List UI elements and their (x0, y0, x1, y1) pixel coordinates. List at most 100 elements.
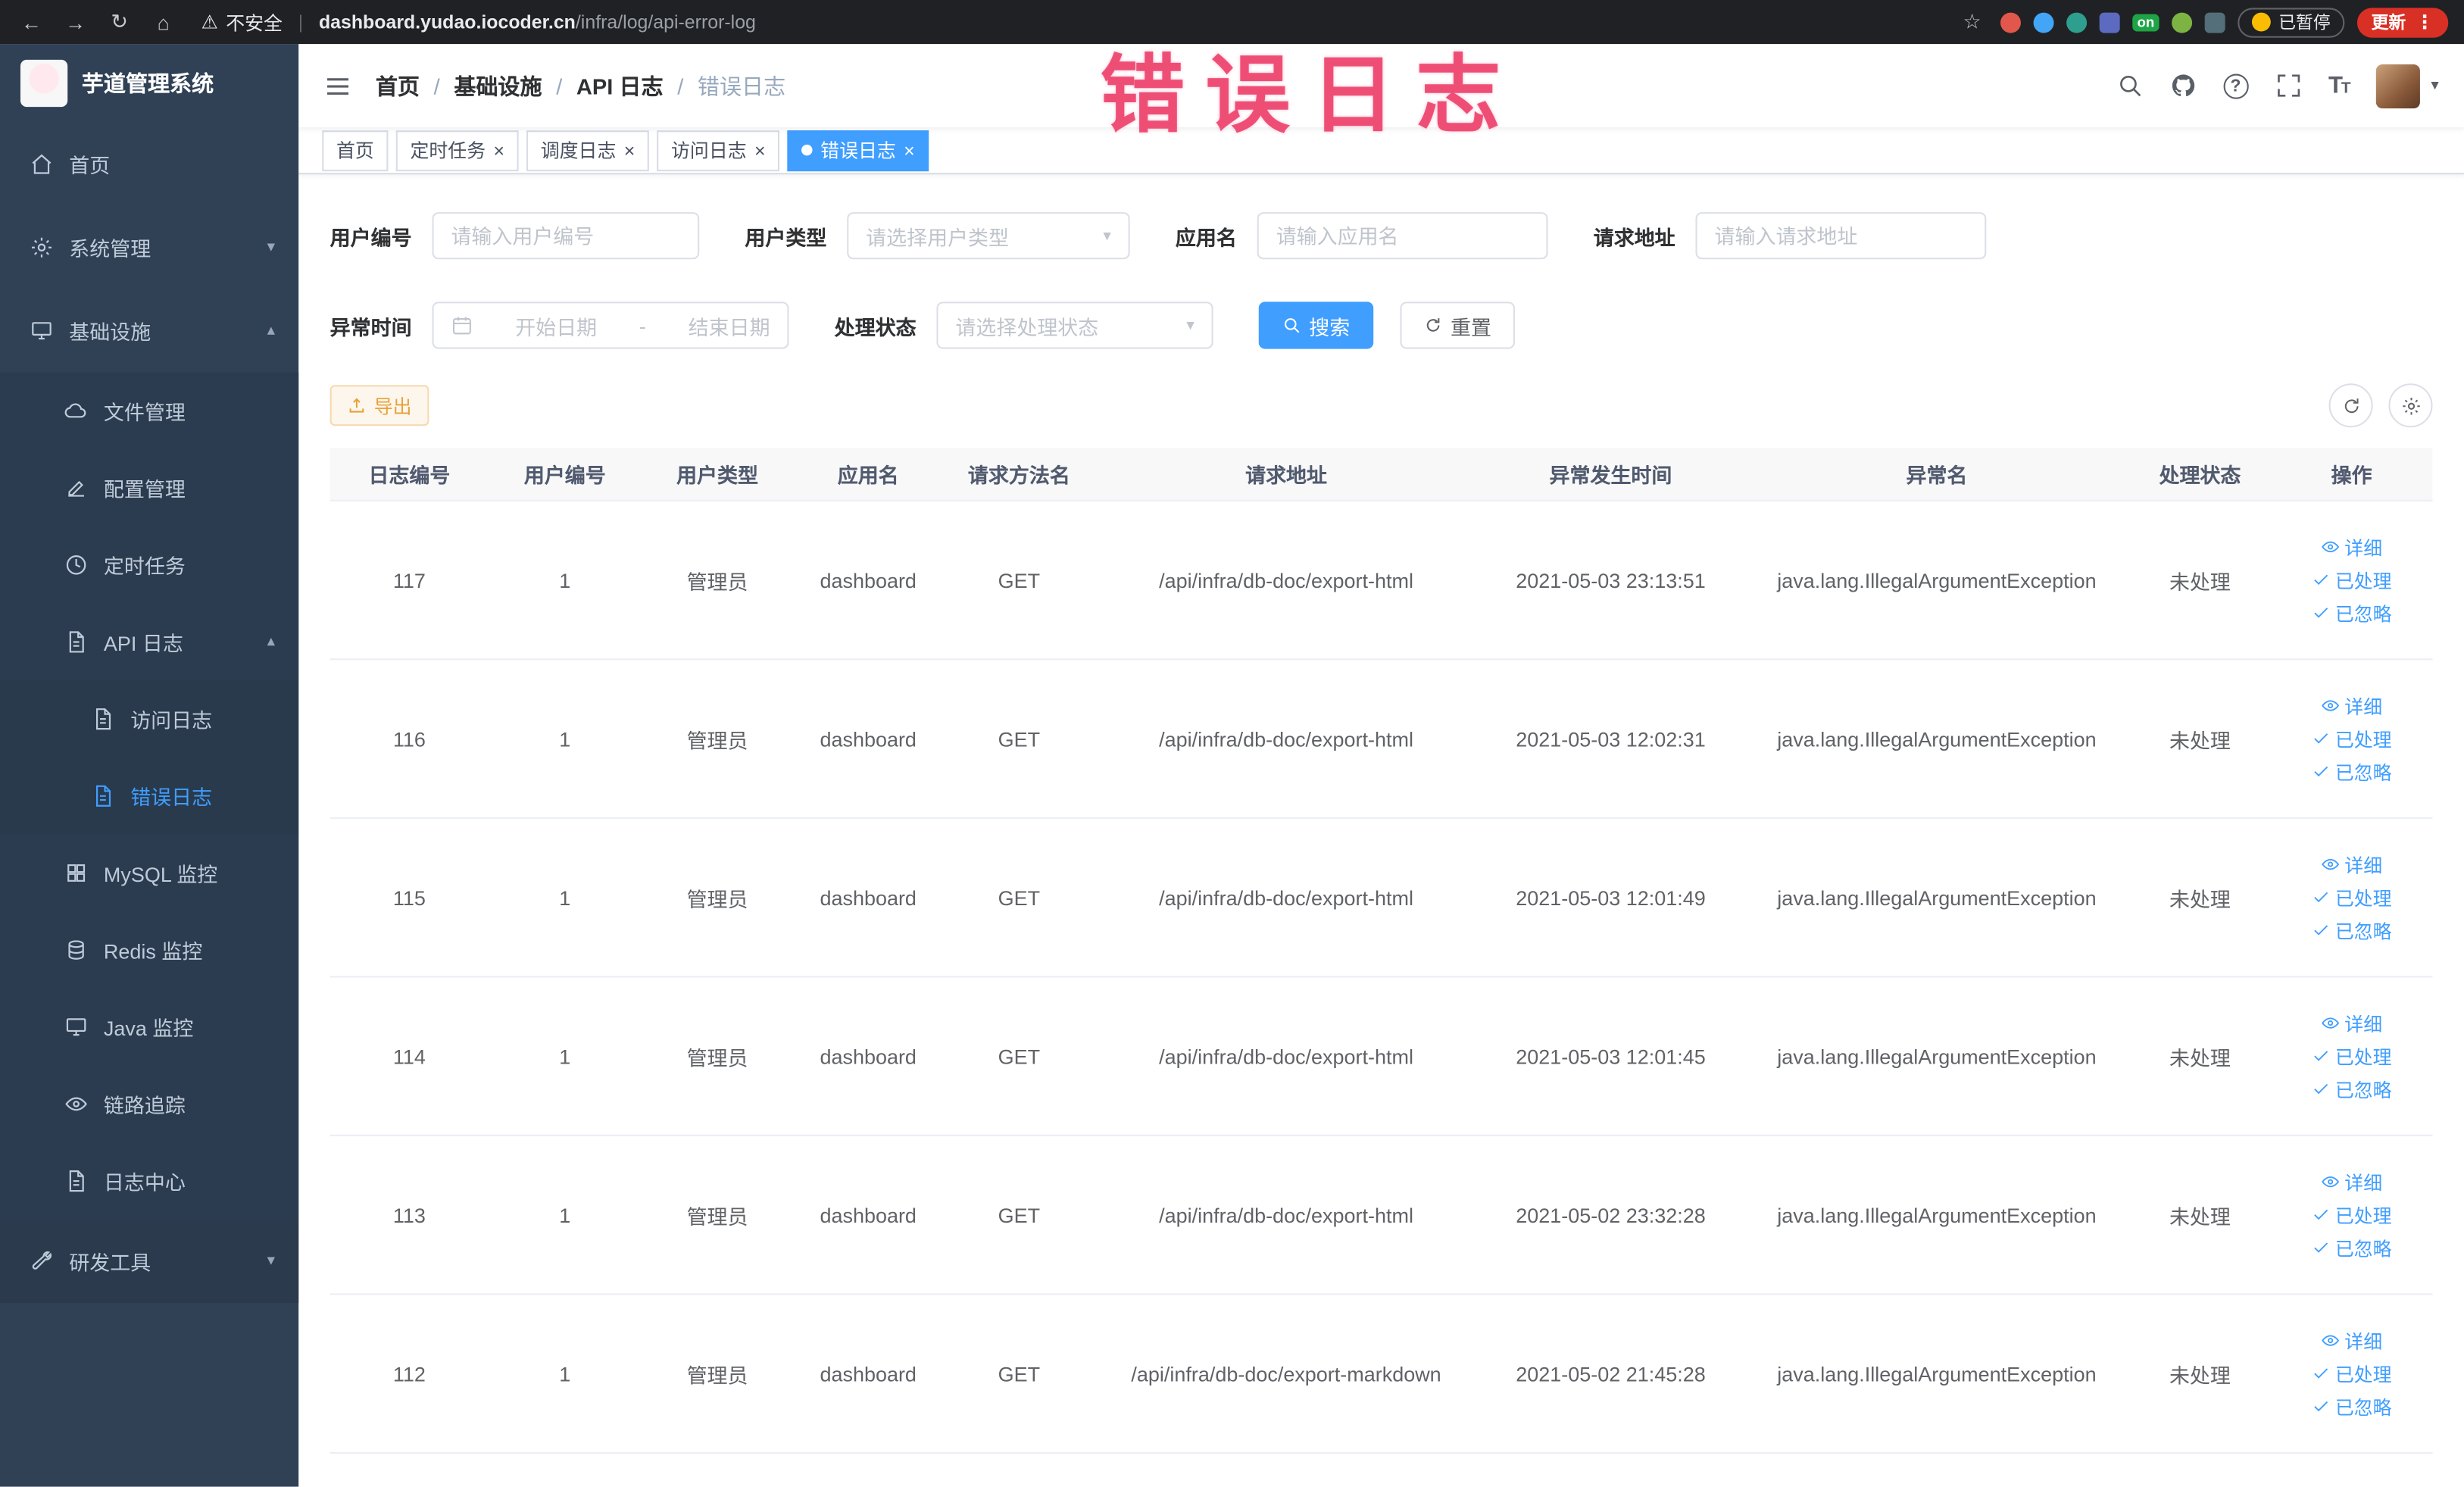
mark-processed-link[interactable]: 已处理 (2312, 1360, 2392, 1387)
user-id-input[interactable] (432, 212, 700, 260)
github-icon[interactable] (2169, 72, 2196, 98)
mark-ignored-link[interactable]: 已忽略 (2312, 758, 2392, 785)
extension-icon[interactable] (2204, 11, 2225, 33)
detail-link[interactable]: 详细 (2321, 533, 2382, 560)
column-header: 请求方法名 (967, 464, 1070, 488)
breadcrumb-item[interactable]: 首页 (376, 70, 420, 101)
user-type-select[interactable]: 请选择用户类型 ▾ (847, 212, 1130, 260)
sidebar-toggle-icon[interactable] (323, 71, 351, 99)
extension-icon[interactable] (2066, 11, 2088, 33)
sidebar-item-system[interactable]: 系统管理 ▾ (0, 206, 298, 289)
request-url-input[interactable] (1695, 212, 1987, 260)
app-logo[interactable]: 芋道管理系统 (0, 44, 298, 123)
eye-icon (2321, 696, 2340, 715)
sidebar-item-home[interactable]: 首页 (0, 123, 298, 206)
column-header: 用户类型 (676, 464, 759, 488)
kebab-menu-icon[interactable]: ⋮ (2416, 11, 2434, 33)
column-header: 用户编号 (523, 464, 606, 488)
security-badge[interactable]: ⚠ 不安全 (201, 8, 283, 35)
sidebar-item-java[interactable]: Java 监控 (0, 988, 299, 1066)
check-icon (2312, 888, 2331, 907)
process-status-select[interactable]: 请选择处理状态 ▾ (936, 301, 1213, 349)
navbar-actions: ? TT ▾ (2116, 64, 2439, 108)
chevron-down-icon[interactable]: ▾ (2431, 77, 2438, 95)
mark-processed-link[interactable]: 已处理 (2312, 725, 2392, 751)
mark-processed-link[interactable]: 已处理 (2312, 1043, 2392, 1070)
tab-error-log[interactable]: 错误日志 × (787, 130, 929, 171)
mark-ignored-link[interactable]: 已忽略 (2312, 1235, 2392, 1261)
cell-status: 未处理 (2169, 887, 2231, 911)
bookmark-star-icon[interactable]: ☆ (1957, 6, 1988, 37)
sidebar-item-redis[interactable]: Redis 监控 (0, 911, 299, 989)
tab-home[interactable]: 首页 (322, 130, 389, 171)
detail-link[interactable]: 详细 (2321, 1010, 2382, 1036)
cell-exception: java.lang.IllegalArgumentException (1777, 1203, 2097, 1227)
close-icon[interactable]: × (754, 141, 766, 160)
mark-ignored-link[interactable]: 已忽略 (2312, 917, 2392, 944)
app-name-input[interactable] (1257, 212, 1548, 260)
tab-job-log[interactable]: 调度日志 × (526, 130, 649, 171)
reload-icon[interactable]: ↻ (104, 6, 135, 37)
mark-ignored-link[interactable]: 已忽略 (2312, 1076, 2392, 1102)
breadcrumb-item[interactable]: API 日志 (576, 70, 664, 101)
detail-link[interactable]: 详细 (2321, 1327, 2382, 1354)
eye-icon (2321, 855, 2340, 874)
extension-icon[interactable] (2000, 11, 2021, 33)
sidebar-item-job[interactable]: 定时任务 (0, 526, 299, 604)
address-bar[interactable]: dashboard.yudao.iocoder.cn/infra/log/api… (319, 11, 756, 33)
mark-ignored-link[interactable]: 已忽略 (2312, 599, 2392, 626)
sidebar-item-api-log[interactable]: API 日志 ▴ (0, 603, 299, 681)
cell-log-id: 114 (392, 1044, 426, 1068)
detail-link[interactable]: 详细 (2321, 851, 2382, 877)
mark-processed-link[interactable]: 已处理 (2312, 1201, 2392, 1228)
search-icon[interactable] (2116, 72, 2143, 98)
tab-access-log[interactable]: 访问日志 × (657, 130, 780, 171)
extension-icon[interactable] (2099, 11, 2120, 33)
exception-time-range-picker[interactable]: 开始日期 - 结束日期 (432, 301, 789, 349)
mark-ignored-link[interactable]: 已忽略 (2312, 1393, 2392, 1420)
sidebar-item-infra[interactable]: 基础设施 ▴ (0, 289, 298, 373)
fullscreen-icon[interactable] (2275, 72, 2301, 98)
sidebar-item-mysql[interactable]: MySQL 监控 (0, 834, 299, 912)
extension-icon[interactable] (2033, 11, 2054, 33)
sidebar-item-error-log[interactable]: 错误日志 (0, 757, 299, 835)
breadcrumb: 首页 / 基础设施 / API 日志 / 错误日志 (376, 70, 785, 101)
close-icon[interactable]: × (904, 141, 915, 160)
detail-link[interactable]: 详细 (2321, 692, 2382, 719)
column-header: 请求地址 (1245, 464, 1328, 488)
back-icon[interactable]: ← (16, 6, 47, 37)
sidebar-item-dev-tools[interactable]: 研发工具 ▾ (0, 1219, 299, 1303)
sidebar-item-config[interactable]: 配置管理 (0, 449, 299, 526)
export-icon (347, 396, 366, 415)
detail-link[interactable]: 详细 (2321, 1168, 2382, 1195)
mark-processed-link[interactable]: 已处理 (2312, 884, 2392, 911)
tab-job[interactable]: 定时任务 × (395, 130, 519, 171)
extension-icon[interactable] (2172, 11, 2193, 33)
home-nav-icon[interactable]: ⌂ (148, 6, 179, 37)
close-icon[interactable]: × (624, 141, 636, 160)
sidebar-item-access-log[interactable]: 访问日志 (0, 680, 299, 758)
sidebar-item-log-center[interactable]: 日志中心 (0, 1142, 299, 1220)
mark-processed-link[interactable]: 已处理 (2312, 567, 2392, 593)
clock-icon (64, 553, 88, 576)
search-button[interactable]: 搜索 (1258, 301, 1374, 349)
user-avatar[interactable] (2375, 64, 2420, 108)
paused-extension-button[interactable]: 已暂停 (2238, 7, 2345, 37)
sidebar-item-trace[interactable]: 链路追踪 (0, 1065, 299, 1143)
font-size-icon[interactable]: TT (2328, 72, 2351, 98)
sidebar-item-file[interactable]: 文件管理 (0, 372, 299, 450)
forward-icon[interactable]: → (60, 6, 91, 37)
column-settings-button[interactable] (2388, 383, 2433, 428)
close-icon[interactable]: × (493, 141, 504, 160)
breadcrumb-item[interactable]: 基础设施 (454, 70, 542, 101)
chevron-up-icon: ▴ (267, 633, 276, 651)
extension-on-badge[interactable]: on (2132, 13, 2160, 31)
refresh-table-button[interactable] (2328, 383, 2373, 428)
exception-time-label: 异常时间 (329, 314, 412, 339)
reset-button[interactable]: 重置 (1400, 301, 1516, 349)
browser-update-button[interactable]: 更新 ⋮ (2356, 7, 2449, 37)
help-icon[interactable]: ? (2222, 73, 2249, 98)
database-icon (64, 939, 88, 962)
column-header: 操作 (2331, 464, 2372, 488)
export-button[interactable]: 导出 (329, 385, 429, 426)
